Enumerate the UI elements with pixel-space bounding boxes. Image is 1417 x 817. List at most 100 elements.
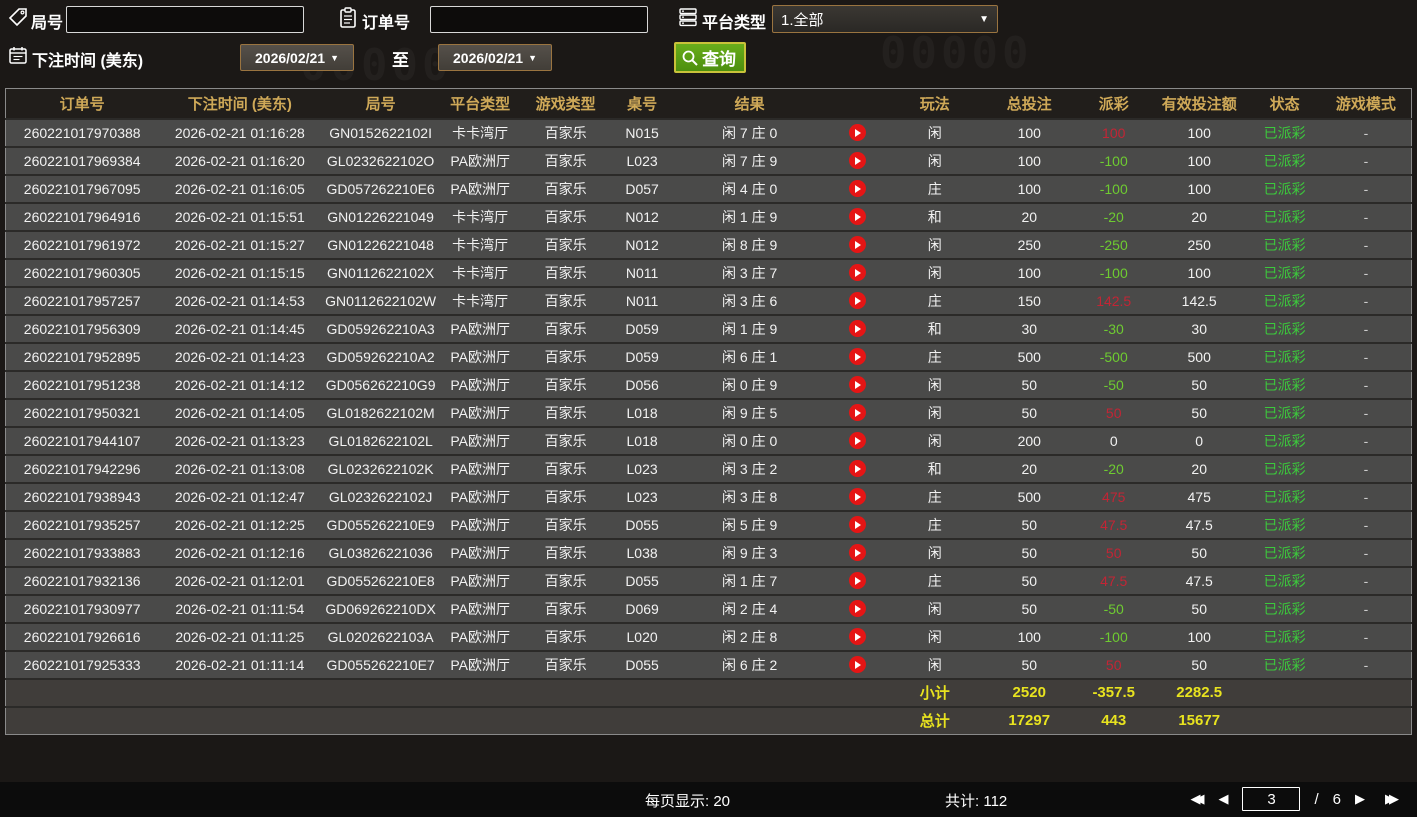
order-no-input[interactable] [430, 6, 648, 33]
total-row-label: 总计 [888, 705, 981, 735]
first-page-button[interactable]: ◀◀ [1190, 791, 1204, 807]
filter-bar: 局号 订单号 平台类型 1.全部 ▼ 下注时间 (美东) 2026/02/21 … [0, 0, 1417, 88]
cell-status: 已派彩 [1248, 425, 1321, 455]
next-page-button[interactable]: ▶ [1355, 791, 1365, 807]
last-page-button[interactable]: ▶▶ [1379, 791, 1399, 807]
platform-type-select[interactable]: 1.全部 ▼ [772, 5, 998, 33]
table-row: 260221017944107 2026-02-21 01:13:23 GL0182… [5, 425, 1412, 455]
cell-valid-bet: 50 [1149, 593, 1249, 623]
cell-platform: PA欧洲厅 [439, 621, 521, 651]
cell-game-mode: - [1320, 453, 1412, 483]
cell-bet-time: 2026-02-21 01:12:25 [158, 509, 322, 539]
play-video-button[interactable] [848, 656, 866, 673]
play-video-button[interactable] [848, 460, 866, 477]
cell-valid-bet: 50 [1149, 537, 1249, 567]
table-row: 260221017938943 2026-02-21 01:12:47 GL0232… [5, 481, 1412, 511]
play-video-button[interactable] [848, 544, 866, 561]
table-row: 260221017969384 2026-02-21 01:16:20 GL0232… [5, 145, 1412, 175]
play-video-button[interactable] [848, 404, 866, 421]
date-to-picker[interactable]: 2026/02/21 ▼ [438, 44, 552, 71]
cell-total-bet: 250 [980, 229, 1078, 259]
cell-order-no: 260221017957257 [5, 285, 159, 315]
play-video-button[interactable] [848, 292, 866, 309]
search-icon [681, 49, 699, 67]
cell-play-type: 庄 [888, 341, 981, 371]
total-row: 总计 17297 443 15677 [5, 705, 1412, 735]
cell-total-bet: 500 [980, 481, 1078, 511]
play-icon [855, 268, 862, 277]
cell-total-bet: 100 [980, 257, 1078, 287]
cell-status: 已派彩 [1248, 145, 1321, 175]
play-video-button[interactable] [848, 516, 866, 533]
cell-order-no: 260221017960305 [5, 257, 159, 287]
header-play-type: 玩法 [888, 88, 981, 119]
play-video-button[interactable] [848, 124, 866, 141]
cell-result: 闲 7 庄 9 [673, 145, 827, 175]
date-from-picker[interactable]: 2026/02/21 ▼ [240, 44, 354, 71]
cell-platform: PA欧洲厅 [439, 425, 521, 455]
play-video-button[interactable] [848, 488, 866, 505]
cell-game-type: 百家乐 [520, 397, 611, 427]
calendar-icon [8, 45, 28, 65]
search-button-label: 查询 [702, 50, 736, 69]
play-icon [855, 296, 862, 305]
play-video-button[interactable] [848, 320, 866, 337]
cell-valid-bet: 20 [1149, 453, 1249, 483]
cell-total-bet: 20 [980, 201, 1078, 231]
cell-game-mode: - [1320, 173, 1412, 203]
cell-total-bet: 50 [980, 397, 1078, 427]
cell-round-no: GL0182622102M [321, 397, 440, 427]
play-video-button[interactable] [848, 628, 866, 645]
table-row: 260221017935257 2026-02-21 01:12:25 GD0552… [5, 509, 1412, 539]
cell-table-no: L023 [610, 453, 674, 483]
total-row-payout: 443 [1077, 705, 1150, 735]
play-video-button[interactable] [848, 600, 866, 617]
play-icon [855, 380, 862, 389]
play-video-button[interactable] [848, 572, 866, 589]
page-number-input[interactable] [1242, 787, 1301, 811]
cell-game-type: 百家乐 [520, 229, 611, 259]
cell-round-no: GL0232622102O [321, 145, 440, 175]
cell-total-bet: 50 [980, 369, 1078, 399]
cell-play-type: 闲 [888, 621, 981, 651]
play-video-button[interactable] [848, 376, 866, 393]
play-video-button[interactable] [848, 432, 866, 449]
cell-table-no: D055 [610, 649, 674, 679]
cell-platform: PA欧洲厅 [439, 369, 521, 399]
page-separator: / [1314, 790, 1319, 808]
cell-status: 已派彩 [1248, 649, 1321, 679]
play-video-button[interactable] [848, 152, 866, 169]
play-video-button[interactable] [848, 180, 866, 197]
play-icon [855, 464, 862, 473]
cell-play-type: 闲 [888, 117, 981, 147]
cell-payout: -100 [1077, 621, 1150, 651]
play-video-button[interactable] [848, 348, 866, 365]
cell-payout: 100 [1077, 117, 1150, 147]
cell-game-type: 百家乐 [520, 565, 611, 595]
cell-video [826, 369, 889, 399]
cell-order-no: 260221017933883 [5, 537, 159, 567]
cell-total-bet: 150 [980, 285, 1078, 315]
cell-round-no: GL0182622102L [321, 425, 440, 455]
play-video-button[interactable] [848, 208, 866, 225]
cell-game-type: 百家乐 [520, 285, 611, 315]
cell-platform: 卡卡湾厅 [439, 201, 521, 231]
cell-valid-bet: 475 [1149, 481, 1249, 511]
cell-valid-bet: 20 [1149, 201, 1249, 231]
cell-result: 闲 0 庄 0 [673, 425, 827, 455]
cell-status: 已派彩 [1248, 229, 1321, 259]
cell-payout: -100 [1077, 145, 1150, 175]
cell-payout: -20 [1077, 201, 1150, 231]
search-button[interactable]: 查询 [674, 42, 746, 73]
cell-platform: PA欧洲厅 [439, 509, 521, 539]
prev-page-button[interactable]: ◀ [1218, 791, 1228, 807]
cell-video [826, 285, 889, 315]
cell-video [826, 481, 889, 511]
cell-valid-bet: 142.5 [1149, 285, 1249, 315]
bet-history-table: 订单号 下注时间 (美东) 局号 平台类型 游戏类型 桌号 结果 玩法 总投注 派彩 有效投注额 状态… [5, 88, 1412, 735]
cell-game-type: 百家乐 [520, 481, 611, 511]
chevron-down-icon: ▼ [979, 13, 989, 25]
play-video-button[interactable] [848, 236, 866, 253]
play-video-button[interactable] [848, 264, 866, 281]
game-no-input[interactable] [66, 6, 304, 33]
